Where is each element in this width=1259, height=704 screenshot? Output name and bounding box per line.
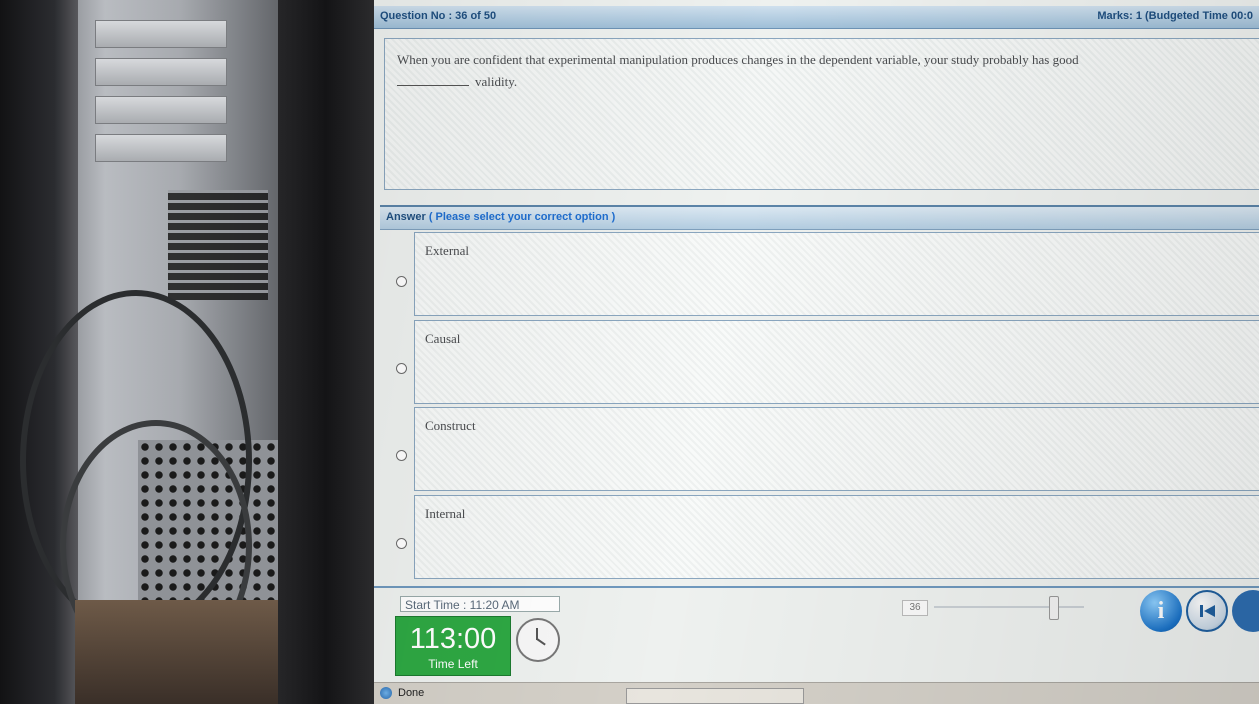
drive-bay [95, 58, 227, 86]
drive-bay [95, 20, 227, 48]
info-icon: i [1157, 598, 1165, 624]
answer-header: Answer ( Please select your correct opti… [380, 205, 1259, 230]
info-button[interactable]: i [1140, 590, 1182, 632]
option-box-3[interactable]: Construct [414, 407, 1259, 491]
question-slider-track[interactable] [934, 606, 1084, 608]
option-box-4[interactable]: Internal [414, 495, 1259, 579]
option-radio-1[interactable] [396, 276, 407, 287]
floor [75, 600, 305, 704]
fill-blank [397, 85, 469, 86]
question-number: Question No : 36 of 50 [380, 10, 497, 22]
browser-statusbar: Done [374, 682, 1259, 704]
drive-bay [95, 134, 227, 162]
question-text-block: When you are confident that experimental… [397, 49, 1247, 93]
option-box-2[interactable]: Causal [414, 320, 1259, 404]
start-time: Start Time : 11:20 AM [400, 596, 560, 612]
exam-screen: Question No : 36 of 50 Marks: 1 (Budgete… [374, 0, 1259, 704]
ie-globe-icon [380, 687, 392, 699]
previous-question-button[interactable] [1186, 590, 1228, 632]
time-left-panel: 113:00 Time Left [395, 616, 511, 676]
marks-info: Marks: 1 (Budgeted Time 00:0 [1097, 10, 1253, 22]
option-radio-3[interactable] [396, 450, 407, 461]
monitor-bezel [278, 0, 374, 704]
computer-tower-photo [0, 0, 305, 704]
timer-label: Time Left [428, 657, 478, 671]
timer-value: 113:00 [409, 623, 497, 655]
answer-title: Answer [386, 211, 426, 223]
question-header: Question No : 36 of 50 Marks: 1 (Budgete… [374, 6, 1259, 29]
skip-previous-icon [1200, 605, 1215, 617]
option-label-1: External [425, 243, 470, 258]
option-label-3: Construct [425, 418, 476, 433]
option-label-4: Internal [425, 506, 466, 521]
clock-icon [516, 618, 560, 662]
option-radio-4[interactable] [396, 538, 407, 549]
drive-bay [95, 96, 227, 124]
question-number-box: 36 [902, 600, 928, 616]
option-radio-2[interactable] [396, 363, 407, 374]
io-vent [168, 190, 268, 300]
question-text: When you are confident that experimental… [397, 52, 1079, 67]
exam-footer: Start Time : 11:20 AM 113:00 Time Left 3… [374, 586, 1259, 684]
option-box-1[interactable]: External [414, 232, 1259, 316]
status-panel [626, 688, 804, 704]
next-question-button[interactable] [1232, 590, 1259, 632]
question-text-end: validity. [475, 74, 518, 89]
option-label-2: Causal [425, 331, 461, 346]
question-slider-thumb[interactable] [1049, 596, 1059, 620]
status-text: Done [398, 687, 425, 699]
answer-hint: ( Please select your correct option ) [428, 211, 616, 223]
question-box: When you are confident that experimental… [384, 38, 1259, 190]
